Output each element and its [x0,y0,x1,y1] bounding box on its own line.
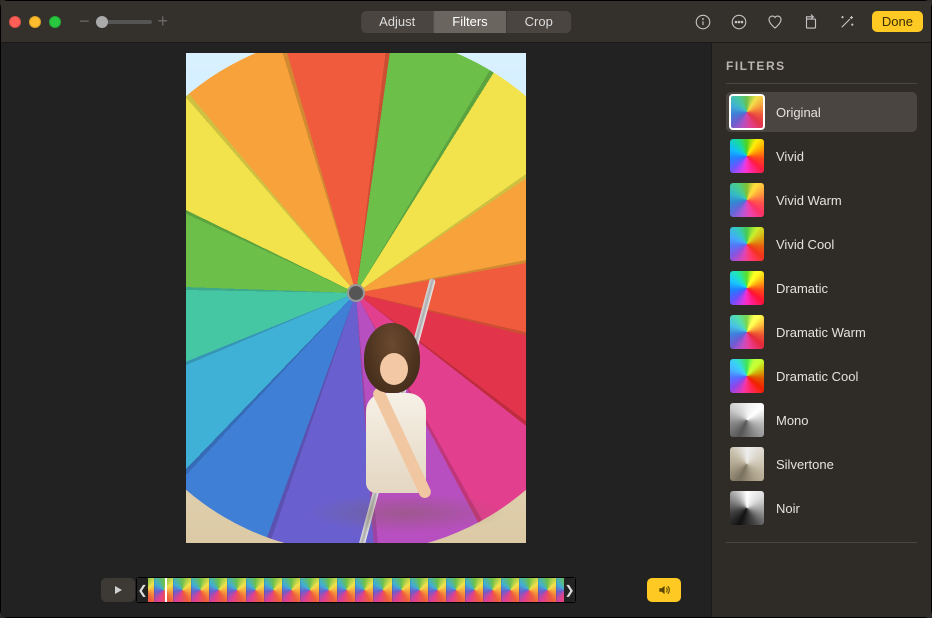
zoom-slider-thumb[interactable] [96,16,108,28]
timeline-bar: ❮ ❯ [1,577,711,603]
filter-thumb-vivid-warm [730,183,764,217]
filter-thumb-dramatic-warm [730,315,764,349]
main: ❮ ❯ FILTERS Original Vivid [1,43,931,617]
filter-label: Vivid [776,149,804,164]
filter-label: Silvertone [776,457,834,472]
titlebar: − + Adjust Filters Crop Done [1,1,931,43]
trim-handle-start[interactable]: ❮ [137,577,148,603]
photo-preview[interactable] [186,53,526,543]
timeline-frame[interactable] [539,578,557,602]
timeline-frame[interactable] [283,578,301,602]
filter-item-vivid[interactable]: Vivid [726,136,917,176]
timeline-frame[interactable] [265,578,283,602]
window-close-button[interactable] [9,16,21,28]
window-minimize-button[interactable] [29,16,41,28]
timeline-frame[interactable] [429,578,447,602]
filter-item-silvertone[interactable]: Silvertone [726,444,917,484]
timeline-frame[interactable] [447,578,465,602]
play-icon [112,584,124,596]
sidebar-title: FILTERS [726,59,917,73]
sidebar-divider-bottom [726,542,917,543]
timeline-frame[interactable] [192,578,210,602]
zoom-in-icon: + [158,11,169,32]
more-button[interactable] [728,11,750,33]
filter-item-vivid-cool[interactable]: Vivid Cool [726,224,917,264]
filter-thumb-dramatic [730,271,764,305]
trim-handle-end[interactable]: ❯ [564,577,575,603]
filter-label: Original [776,105,821,120]
timeline-frame[interactable] [247,578,265,602]
info-button[interactable] [692,11,714,33]
more-icon [730,13,748,31]
filter-label: Dramatic Warm [776,325,866,340]
filter-label: Vivid Warm [776,193,842,208]
timeline-frame[interactable] [301,578,319,602]
window-controls [9,16,61,28]
filters-sidebar: FILTERS Original Vivid Vivid Warm Vivid … [711,43,931,617]
filter-label: Vivid Cool [776,237,834,252]
filter-label: Dramatic [776,281,828,296]
timeline-frame[interactable] [466,578,484,602]
filter-item-original[interactable]: Original [726,92,917,132]
auto-enhance-button[interactable] [836,11,858,33]
person-face [380,353,408,385]
favorite-button[interactable] [764,11,786,33]
timeline-frame[interactable] [374,578,392,602]
timeline-frame[interactable] [210,578,228,602]
zoom-slider-track[interactable] [96,20,152,24]
canvas-area: ❮ ❯ [1,43,711,617]
done-button[interactable]: Done [872,11,923,32]
timeline-frame[interactable] [411,578,429,602]
filter-item-vivid-warm[interactable]: Vivid Warm [726,180,917,220]
filter-item-dramatic-cool[interactable]: Dramatic Cool [726,356,917,396]
filter-thumb-mono [730,403,764,437]
timeline-frame[interactable] [320,578,338,602]
filter-list: Original Vivid Vivid Warm Vivid Cool Dra… [726,92,917,528]
filter-label: Mono [776,413,809,428]
timeline-frame[interactable] [356,578,374,602]
filter-thumb-noir [730,491,764,525]
filter-item-mono[interactable]: Mono [726,400,917,440]
edit-mode-segmented-control: Adjust Filters Crop [361,11,571,33]
filter-label: Noir [776,501,800,516]
timeline-filmstrip[interactable]: ❮ ❯ [136,577,576,603]
filter-thumb-vivid [730,139,764,173]
toolbar-right: Done [692,11,923,33]
tab-filters[interactable]: Filters [433,11,505,33]
timeline-frame[interactable] [228,578,246,602]
wand-icon [838,13,856,31]
timeline-frame[interactable] [484,578,502,602]
filter-thumb-silvertone [730,447,764,481]
play-button[interactable] [101,578,135,602]
info-icon [694,13,712,31]
rotate-button[interactable] [800,11,822,33]
timeline-frame[interactable] [393,578,411,602]
zoom-slider[interactable]: − + [79,11,168,32]
zoom-out-icon: − [79,11,90,32]
tab-adjust[interactable]: Adjust [361,11,433,33]
timeline-frame[interactable] [502,578,520,602]
filter-item-noir[interactable]: Noir [726,488,917,528]
person-graphic [336,303,456,503]
timeline-frame[interactable] [174,578,192,602]
filter-thumb-dramatic-cool [730,359,764,393]
filter-thumb-vivid-cool [730,227,764,261]
rotate-icon [802,13,820,31]
speaker-icon [656,583,672,597]
tab-crop[interactable]: Crop [506,11,571,33]
sidebar-divider-top [726,83,917,84]
filter-item-dramatic[interactable]: Dramatic [726,268,917,308]
filter-thumb-original [730,95,764,129]
timeline-frame[interactable] [520,578,538,602]
window-zoom-button[interactable] [49,16,61,28]
filter-label: Dramatic Cool [776,369,858,384]
audio-button[interactable] [647,578,681,602]
filter-item-dramatic-warm[interactable]: Dramatic Warm [726,312,917,352]
playhead[interactable] [165,577,167,603]
timeline-frame[interactable] [338,578,356,602]
heart-icon [766,13,784,31]
